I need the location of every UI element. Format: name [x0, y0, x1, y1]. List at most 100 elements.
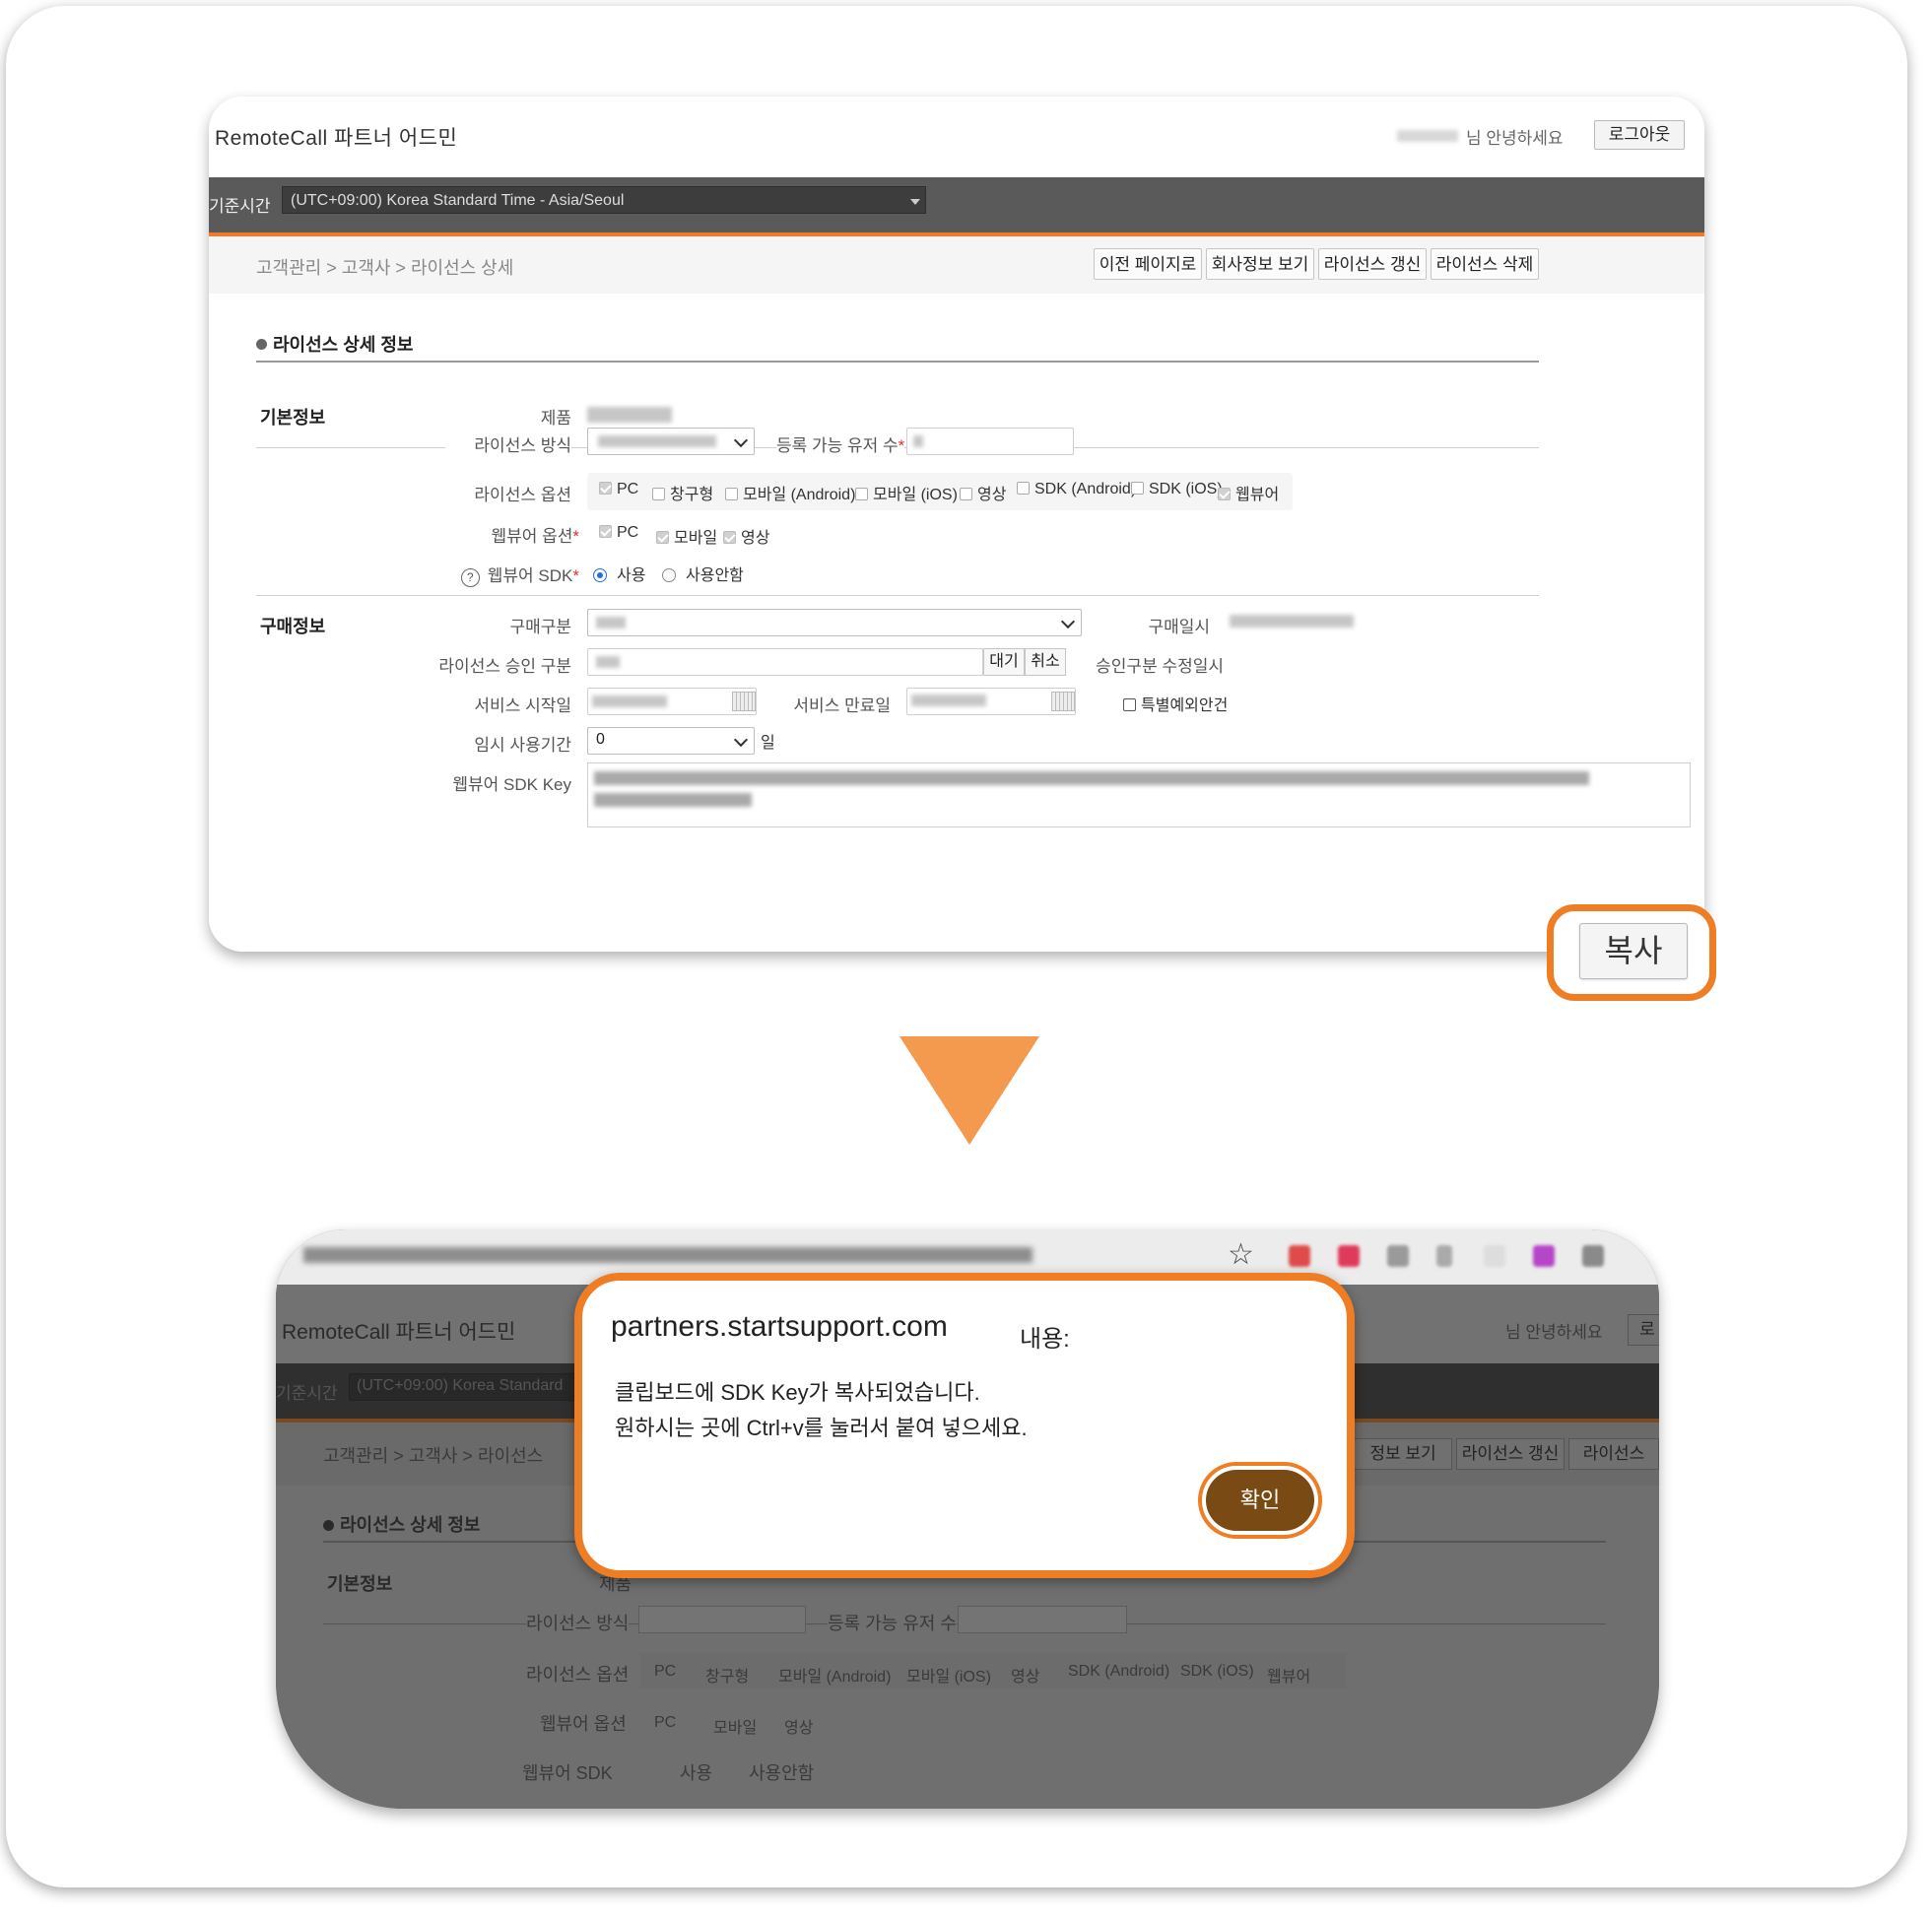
checkbox-icon [1131, 482, 1144, 495]
license-renew-button[interactable]: 라이선스 갱신 [1318, 248, 1427, 280]
approval-date-label: 승인구분 수정일시 [1096, 657, 1224, 676]
max-users-label-text: 등록 가능 유저 수 [776, 436, 899, 455]
approval-type-input[interactable] [587, 648, 983, 676]
option-sdk-android[interactable]: SDK (Android) [1017, 481, 1136, 498]
calendar-icon[interactable] [1051, 692, 1075, 711]
option-counter[interactable]: 창구형 [652, 481, 713, 504]
service-start-input[interactable] [587, 688, 757, 715]
calendar-icon[interactable] [732, 692, 756, 711]
dimmed-logout-button: 로 [1628, 1314, 1659, 1346]
option-video[interactable]: 영상 [960, 481, 1006, 504]
service-end-input[interactable] [906, 688, 1076, 715]
webviewer-sdk-label: ? 웹뷰어 SDK* [445, 562, 579, 587]
license-method-select[interactable] [587, 428, 755, 455]
star-icon[interactable]: ☆ [1228, 1237, 1254, 1272]
temp-period-unit: 일 [761, 735, 775, 752]
option-sdk-ios[interactable]: SDK (iOS) [1131, 481, 1223, 498]
sdk-nouse-radio[interactable]: 사용안함 [662, 562, 744, 585]
temp-period-label: 임시 사용기간 [474, 736, 571, 755]
dimmed-option: SDK (Android) [1068, 1663, 1170, 1680]
purchase-type-label: 구매구분 [509, 618, 571, 636]
section-title-text: 라이선스 상세 정보 [273, 335, 414, 355]
required-mark: * [898, 436, 905, 455]
chevron-down-icon [1060, 614, 1076, 629]
license-delete-button[interactable]: 라이선스 삭제 [1431, 248, 1539, 280]
option-mobile-ios[interactable]: 모바일 (iOS) [855, 481, 958, 504]
checkbox-icon [652, 488, 665, 500]
checkbox-icon [1017, 482, 1030, 495]
option-label: PC [617, 524, 639, 541]
radio-label: 사용 [617, 567, 646, 584]
checkbox-checked-icon [599, 525, 612, 538]
extension-icon[interactable] [1436, 1245, 1452, 1267]
help-icon[interactable]: ? [460, 568, 480, 587]
dimmed-delete-button: 라이선스 [1568, 1438, 1659, 1470]
extension-icon[interactable] [1484, 1245, 1505, 1267]
dimmed-option: SDK (iOS) [1180, 1663, 1254, 1680]
dimmed-sdk-nouse: 사용안함 [749, 1763, 815, 1783]
option-mobile-android[interactable]: 모바일 (Android) [725, 481, 855, 504]
dimmed-section-title: 라이선스 상세 정보 [323, 1511, 480, 1537]
wait-button[interactable]: 대기 [983, 648, 1025, 676]
section-divider [256, 361, 1539, 363]
extension-icon[interactable] [1338, 1245, 1360, 1267]
webviewer-option-video[interactable]: 영상 [723, 524, 769, 548]
approval-type-label: 라이선스 승인 구분 [438, 657, 571, 676]
license-method-value-blurred [598, 435, 716, 447]
service-end-label: 서비스 만료일 [793, 696, 891, 715]
dimmed-options-label: 라이선스 옵션 [526, 1665, 630, 1685]
approval-type-value-blurred [596, 656, 620, 668]
max-users-value-blurred [913, 435, 923, 447]
webviewer-options-label: 웹뷰어 옵션* [445, 522, 579, 547]
option-webviewer[interactable]: 웹뷰어 [1218, 481, 1279, 504]
checkbox-checked-icon [1218, 488, 1231, 500]
dialog-message-line1: 클립보드에 SDK Key가 복사되었습니다. [615, 1380, 980, 1405]
checkbox-label: 특별예외안건 [1141, 697, 1229, 714]
copy-button[interactable]: 복사 [1579, 923, 1688, 979]
timezone-select[interactable]: (UTC+09:00) Korea Standard Time - Asia/S… [282, 186, 926, 214]
ok-button[interactable]: 확인 [1206, 1470, 1314, 1531]
webviewer-option-pc[interactable]: PC [599, 524, 638, 542]
temp-period-select[interactable]: 0 [587, 727, 755, 755]
sdk-key-label: 웹뷰어 SDK Key [452, 775, 571, 794]
extension-icon[interactable] [1387, 1245, 1409, 1267]
checkbox-checked-icon [723, 531, 736, 544]
checkbox-checked-icon [656, 531, 669, 544]
company-info-button[interactable]: 회사정보 보기 [1206, 248, 1314, 280]
bullet-icon [256, 339, 267, 350]
chevron-down-icon [733, 432, 749, 448]
checkbox-checked-icon [599, 482, 612, 495]
timezone-value: (UTC+09:00) Korea Standard Time - Asia/S… [291, 192, 625, 209]
cancel-button[interactable]: 취소 [1025, 648, 1066, 676]
dimmed-company-button: 정보 보기 [1354, 1438, 1452, 1470]
option-label: 모바일 (iOS) [873, 487, 958, 503]
dimmed-users-input [958, 1606, 1127, 1633]
sdk-key-value-blurred [594, 793, 752, 807]
checkbox-icon [960, 488, 972, 500]
sdk-use-radio[interactable]: 사용 [593, 562, 645, 585]
dialog-suffix: 내용: [1020, 1326, 1070, 1353]
dimmed-timezone-label: 기준시간 [276, 1384, 338, 1403]
purchase-date-label: 구매일시 [1148, 618, 1210, 636]
extension-icon[interactable] [1289, 1245, 1310, 1267]
webviewer-option-mobile[interactable]: 모바일 [656, 524, 717, 548]
extension-icon[interactable] [1582, 1245, 1604, 1267]
service-start-label: 서비스 시작일 [474, 696, 571, 715]
max-users-input[interactable] [906, 428, 1074, 455]
product-value-blurred [587, 407, 672, 423]
product-label: 제품 [540, 409, 571, 428]
dimmed-breadcrumb: 고객관리 > 고객사 > 라이선스 [323, 1446, 544, 1466]
option-label: PC [617, 481, 639, 497]
webviewer-options-label-text: 웹뷰어 옵션 [491, 527, 573, 546]
dimmed-sdk-label: 웹뷰어 SDK [522, 1763, 613, 1783]
option-pc[interactable]: PC [599, 481, 638, 498]
extension-icon[interactable] [1533, 1245, 1555, 1267]
dimmed-method-select [638, 1606, 806, 1633]
logout-button[interactable]: 로그아웃 [1594, 120, 1685, 150]
purchase-type-select[interactable] [587, 609, 1082, 636]
sdk-key-textarea[interactable] [587, 762, 1691, 827]
prev-page-button[interactable]: 이전 페이지로 [1094, 248, 1202, 280]
arrow-down-icon [899, 1036, 1039, 1145]
breadcrumb: 고객관리 > 고객사 > 라이선스 상세 [256, 258, 514, 278]
special-exception-checkbox[interactable]: 특별예외안건 [1123, 692, 1228, 715]
